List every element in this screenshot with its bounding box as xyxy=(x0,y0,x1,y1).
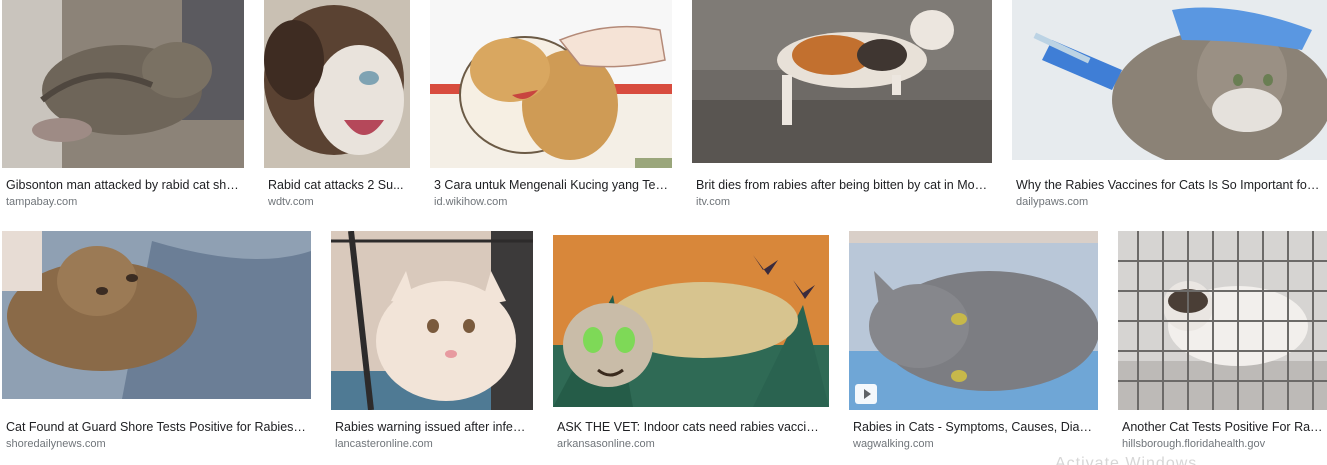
result-card-6[interactable]: Cat Found at Guard Shore Tests Positive … xyxy=(2,231,311,456)
result-source[interactable]: dailypaws.com xyxy=(1016,195,1323,209)
windows-watermark: Activate Windows xyxy=(1055,455,1198,465)
result-thumbnail[interactable] xyxy=(264,0,410,168)
result-card-10[interactable]: Another Cat Tests Positive For Rabies hi… xyxy=(1118,231,1327,456)
result-source[interactable]: hillsborough.floridahealth.gov xyxy=(1122,437,1323,451)
result-thumbnail[interactable] xyxy=(692,0,992,163)
result-thumbnail[interactable] xyxy=(849,231,1098,410)
result-card-3[interactable]: 3 Cara untuk Mengenali Kucing yang Terin… xyxy=(430,0,672,215)
result-title[interactable]: Why the Rabies Vaccines for Cats Is So I… xyxy=(1016,177,1323,193)
result-title[interactable]: Cat Found at Guard Shore Tests Positive … xyxy=(6,419,307,435)
result-title[interactable]: 3 Cara untuk Mengenali Kucing yang Terin… xyxy=(434,177,668,193)
result-title[interactable]: Rabies warning issued after infected cat xyxy=(335,419,529,435)
play-icon[interactable] xyxy=(855,384,877,404)
result-card-2[interactable]: Rabid cat attacks 2 Su... wdtv.com xyxy=(264,0,410,215)
result-thumbnail[interactable] xyxy=(2,231,311,399)
result-source[interactable]: arkansasonline.com xyxy=(557,437,825,451)
result-title[interactable]: Gibsonton man attacked by rabid cat show… xyxy=(6,177,240,193)
result-thumbnail[interactable] xyxy=(2,0,244,168)
result-thumbnail[interactable] xyxy=(430,0,672,168)
result-card-9[interactable]: Rabies in Cats - Symptoms, Causes, Diagn… xyxy=(849,231,1098,456)
result-thumbnail[interactable] xyxy=(331,231,533,410)
result-title[interactable]: Rabid cat attacks 2 Su... xyxy=(268,177,406,193)
result-title[interactable]: Another Cat Tests Positive For Rabies xyxy=(1122,419,1323,435)
result-source[interactable]: itv.com xyxy=(696,195,988,209)
result-title[interactable]: Rabies in Cats - Symptoms, Causes, Diagn… xyxy=(853,419,1094,435)
result-source[interactable]: id.wikihow.com xyxy=(434,195,668,209)
result-title[interactable]: Brit dies from rabies after being bitten… xyxy=(696,177,988,193)
result-source[interactable]: wagwalking.com xyxy=(853,437,1094,451)
result-source[interactable]: tampabay.com xyxy=(6,195,240,209)
result-title[interactable]: ASK THE VET: Indoor cats need rabies vac… xyxy=(557,419,825,435)
result-card-7[interactable]: Rabies warning issued after infected cat… xyxy=(331,231,533,456)
result-card-4[interactable]: Brit dies from rabies after being bitten… xyxy=(692,0,992,215)
result-card-1[interactable]: Gibsonton man attacked by rabid cat show… xyxy=(2,0,244,215)
result-thumbnail[interactable] xyxy=(1118,231,1327,410)
result-source[interactable]: wdtv.com xyxy=(268,195,406,209)
result-source[interactable]: shoredailynews.com xyxy=(6,437,307,451)
result-thumbnail[interactable] xyxy=(553,235,829,407)
result-card-8[interactable]: ASK THE VET: Indoor cats need rabies vac… xyxy=(553,231,829,456)
result-source[interactable]: lancasteronline.com xyxy=(335,437,529,451)
result-thumbnail[interactable] xyxy=(1012,0,1327,160)
result-card-5[interactable]: Why the Rabies Vaccines for Cats Is So I… xyxy=(1012,0,1327,215)
